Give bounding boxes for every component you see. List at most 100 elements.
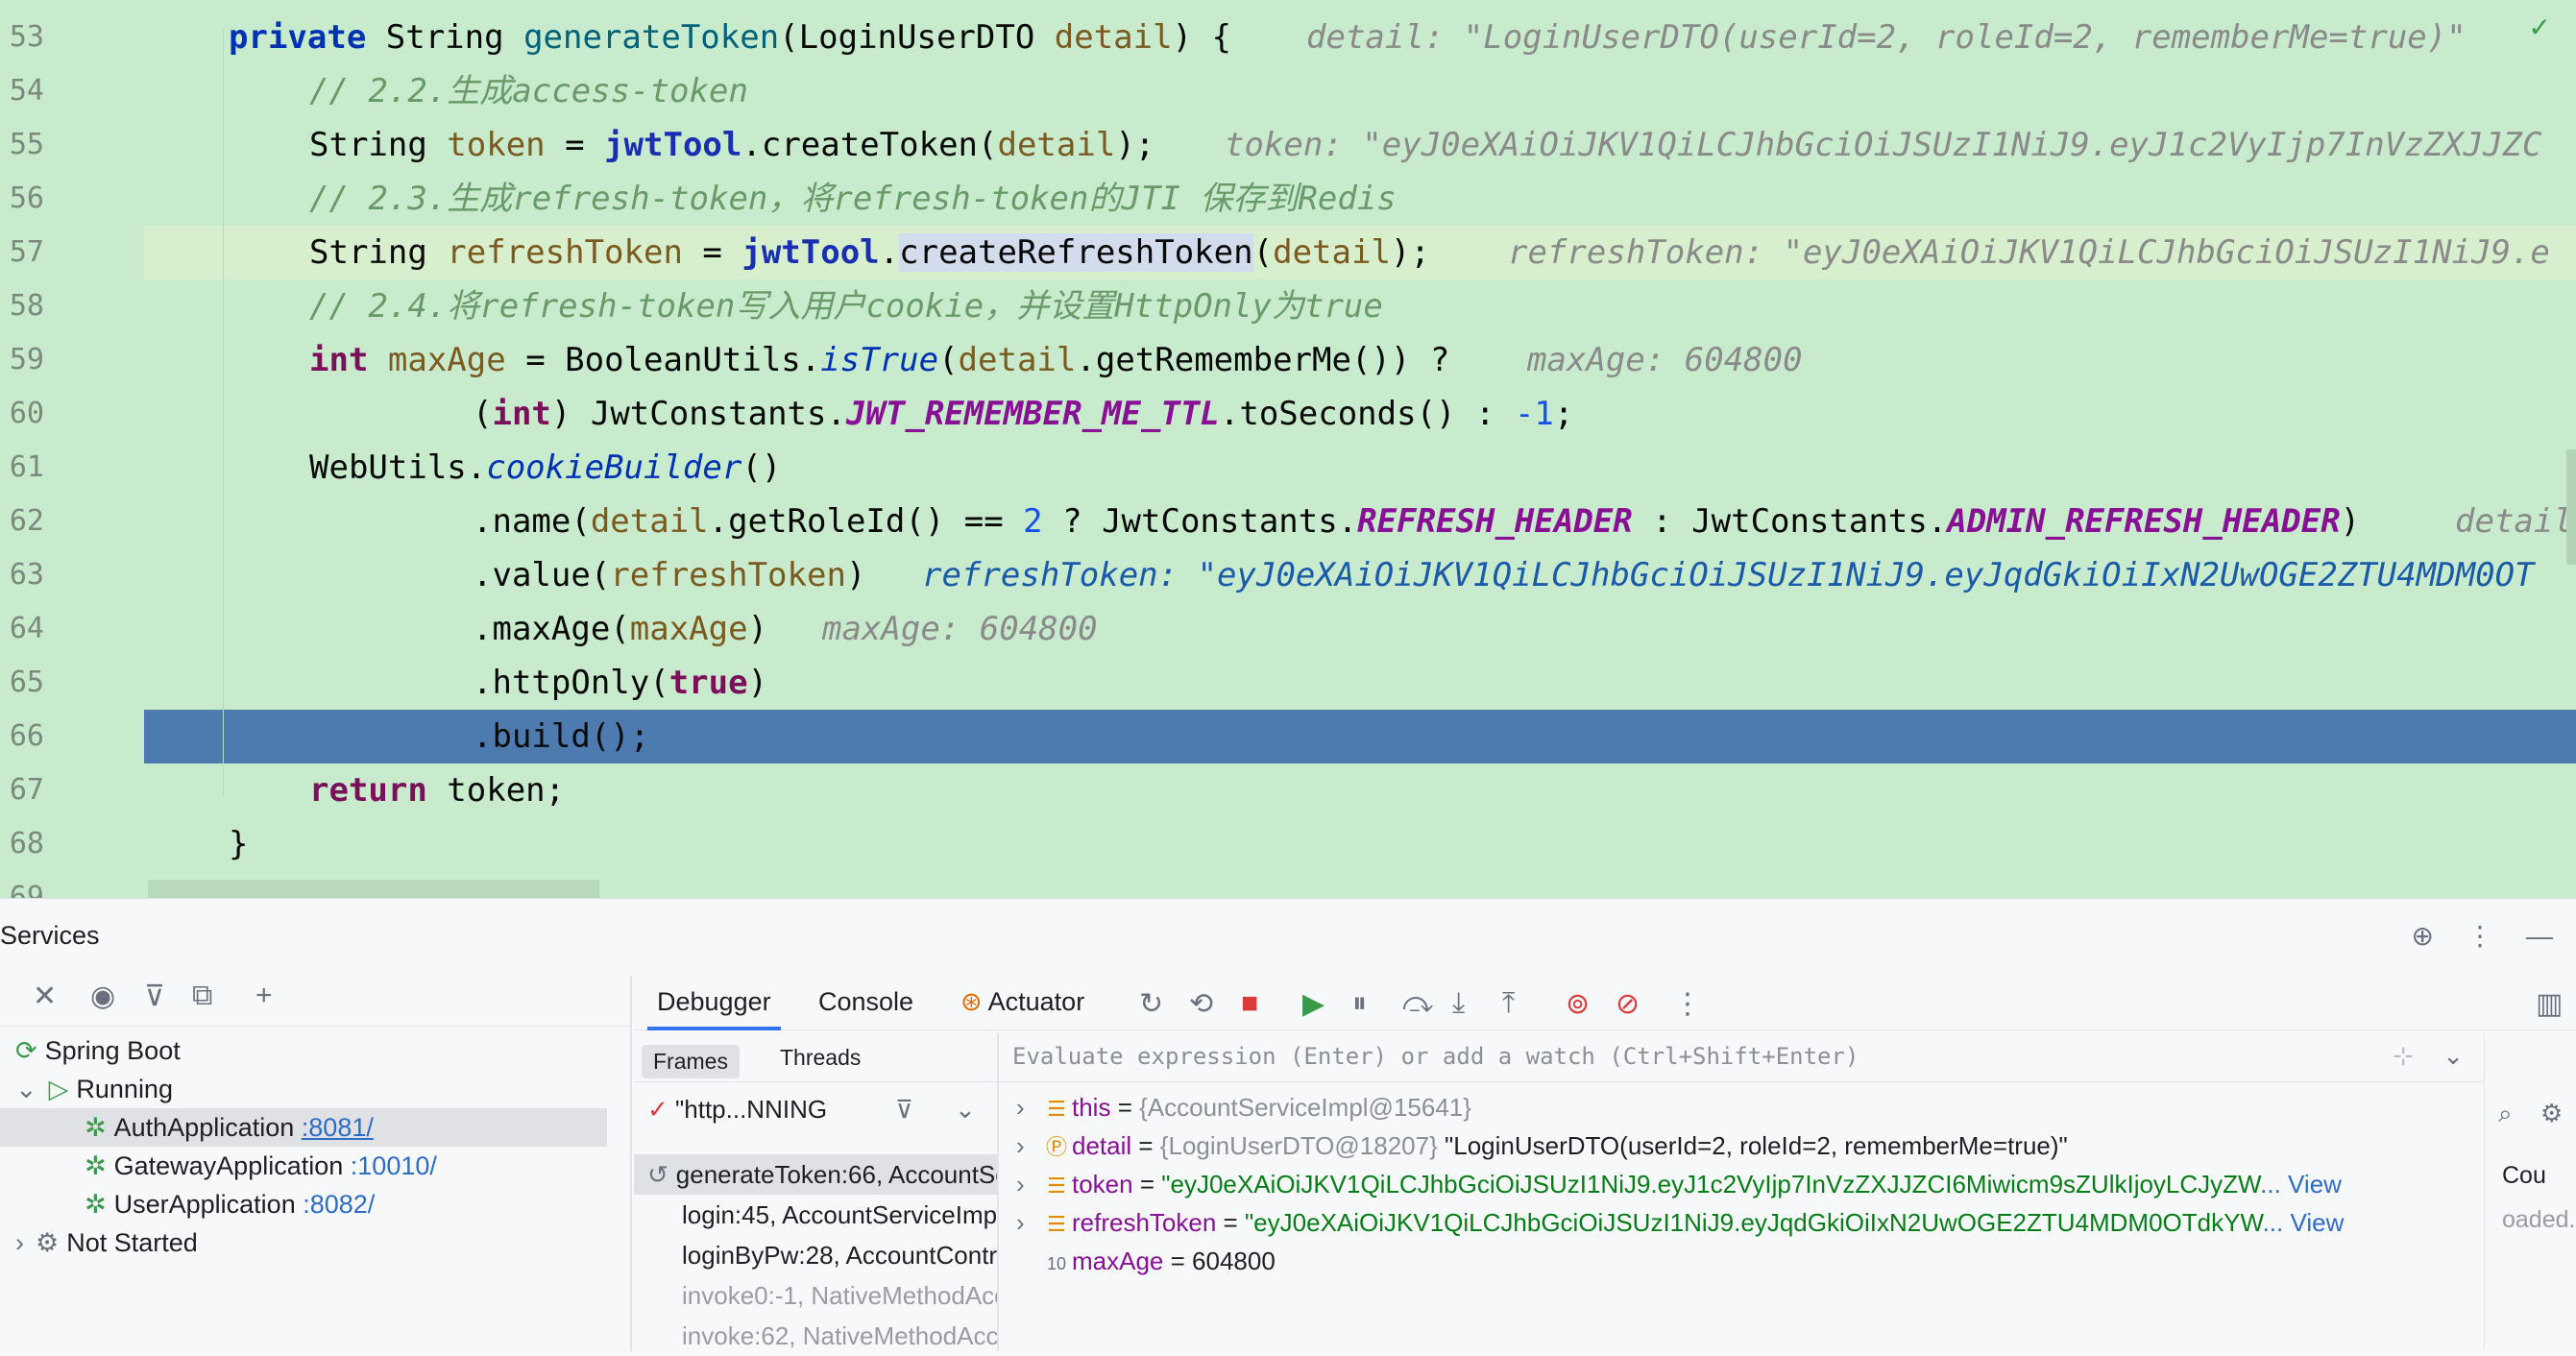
- horizontal-scrollbar[interactable]: [148, 880, 599, 898]
- filter-icon[interactable]: ⊽: [895, 1087, 913, 1131]
- chevron-right-icon[interactable]: ›: [15, 1228, 24, 1257]
- chevron-right-icon[interactable]: ›: [1016, 1203, 1041, 1242]
- step-out-icon[interactable]: ⤒: [1502, 987, 1515, 1020]
- chevron-right-icon[interactable]: ›: [1016, 1088, 1041, 1126]
- line-number[interactable]: 58: [0, 289, 44, 323]
- code-line-68[interactable]: }: [144, 817, 2576, 871]
- minimize-icon[interactable]: —: [2526, 921, 2553, 951]
- tab-console[interactable]: Console: [818, 987, 913, 1017]
- layout-icon[interactable]: ▥: [2536, 987, 2563, 1021]
- frames-header: Frames Threads: [634, 1033, 997, 1082]
- line-number[interactable]: 63: [0, 558, 44, 592]
- variable-row[interactable]: › Ⓟdetail = {LoginUserDTO@18207} "LoginUs…: [999, 1126, 2483, 1165]
- code-line-56[interactable]: // 2.3.生成refresh-token，将refresh-token的JT…: [144, 172, 2576, 226]
- tab-frames[interactable]: Frames: [642, 1045, 740, 1078]
- tab-threads[interactable]: Threads: [780, 1045, 861, 1071]
- code-line-62[interactable]: .name(detail.getRoleId() == 2 ? JwtConst…: [144, 495, 2576, 548]
- code-line-64[interactable]: .maxAge(maxAge) maxAge: 604800: [144, 602, 2576, 656]
- var-value: 604800: [1192, 1247, 1276, 1275]
- variable-row[interactable]: › ☰ refreshToken = "eyJ0eXAiOiJKV1QiLCJhbG…: [999, 1203, 2483, 1242]
- port-link[interactable]: :10010/: [351, 1151, 437, 1180]
- filter-icon[interactable]: ⊽: [144, 980, 165, 1013]
- line-number[interactable]: 68: [0, 827, 44, 860]
- code-line-60[interactable]: (int) JwtConstants.JWT_REMEMBER_ME_TTL.t…: [144, 387, 2576, 441]
- comment: // 2.4.将refresh-token写入用户cookie，并设置HttpO…: [309, 287, 1383, 326]
- more-icon[interactable]: ⋮: [2467, 921, 2493, 951]
- stop-icon[interactable]: ■: [1241, 987, 1258, 1020]
- line-number[interactable]: 65: [0, 666, 44, 699]
- line-number[interactable]: 56: [0, 182, 44, 215]
- gear-icon[interactable]: ⚙: [2540, 1099, 2563, 1128]
- code-line-63[interactable]: .value(refreshToken) refreshToken: "eyJ0…: [144, 548, 2576, 602]
- panel-divider[interactable]: [630, 976, 632, 1351]
- tree-node-not-started[interactable]: › ⚙ Not Started: [15, 1223, 622, 1262]
- code-line-55[interactable]: String token = jwtTool.createToken(detai…: [144, 118, 2576, 172]
- line-number[interactable]: 64: [0, 612, 44, 645]
- eye-icon[interactable]: ◉: [90, 980, 115, 1013]
- mute-breakpoints-icon[interactable]: ⊘: [1616, 987, 1640, 1021]
- line-number[interactable]: 66: [0, 719, 44, 753]
- line-number[interactable]: 60: [0, 397, 44, 430]
- execution-line-66[interactable]: .build();: [144, 710, 2576, 763]
- line-number[interactable]: 57: [0, 235, 44, 269]
- chevron-down-icon[interactable]: ⌄: [2442, 1041, 2464, 1071]
- frame-item[interactable]: loginByPw:28, AccountController: [634, 1235, 997, 1275]
- line-number[interactable]: 62: [0, 504, 44, 538]
- frame-item[interactable]: invoke0:-1, NativeMethodAccessorImpl: [634, 1275, 997, 1316]
- search-icon[interactable]: ⌕: [2498, 1099, 2513, 1129]
- code-line-57[interactable]: String refreshToken = jwtTool.createRefr…: [144, 226, 2576, 279]
- tab-debugger[interactable]: Debugger: [647, 987, 781, 1030]
- tree-node-gateway-application[interactable]: ✲ GatewayApplication :10010/: [85, 1147, 692, 1185]
- code-line-53[interactable]: private String generateToken(LoginUserDT…: [144, 11, 2576, 64]
- new-service-icon[interactable]: ⧉: [192, 980, 212, 1012]
- code-area[interactable]: private String generateToken(LoginUserDT…: [144, 0, 2576, 898]
- tree-node-spring-boot[interactable]: ⟳ Spring Boot: [15, 1031, 622, 1070]
- collapse-all-icon[interactable]: ✕: [33, 980, 57, 1013]
- code-editor[interactable]: 53 54 55 56 57 58 59 60 61 62 63 64 65 66 67 68 69 ✓ pri…: [0, 0, 2576, 898]
- add-icon[interactable]: +: [255, 980, 273, 1012]
- line-number[interactable]: 53: [0, 20, 44, 54]
- code-line-61[interactable]: WebUtils.cookieBuilder(): [144, 441, 2576, 495]
- view-breakpoints-icon[interactable]: ⊚: [1566, 987, 1590, 1021]
- view-link[interactable]: ... View: [2260, 1170, 2342, 1199]
- chevron-right-icon[interactable]: ›: [1016, 1126, 1041, 1165]
- pause-icon[interactable]: ⏸: [1352, 987, 1367, 1020]
- line-number[interactable]: 54: [0, 74, 44, 108]
- chevron-down-icon[interactable]: ⌄: [955, 1087, 976, 1131]
- frame-item[interactable]: ↺generateToken:66, AccountServiceImpl: [634, 1154, 997, 1195]
- port-link[interactable]: :8082/: [303, 1190, 375, 1219]
- code-line-59[interactable]: int maxAge = BooleanUtils.isTrue(detail.…: [144, 333, 2576, 387]
- chevron-right-icon[interactable]: ›: [1016, 1165, 1041, 1203]
- tree-node-user-application[interactable]: ✲ UserApplication :8082/: [85, 1185, 692, 1223]
- more-icon[interactable]: ⋮: [1673, 987, 1702, 1021]
- line-number[interactable]: 55: [0, 128, 44, 161]
- code-line-65[interactable]: .httpOnly(true): [144, 656, 2576, 710]
- tree-node-auth-application[interactable]: ✲ AuthApplication :8081/: [0, 1108, 607, 1147]
- line-number[interactable]: 61: [0, 450, 44, 484]
- code-line-58[interactable]: // 2.4.将refresh-token写入用户cookie，并设置HttpO…: [144, 279, 2576, 333]
- chevron-down-icon[interactable]: ⌄: [15, 1075, 37, 1103]
- line-number[interactable]: 67: [0, 773, 44, 807]
- tab-actuator[interactable]: ⊛ Actuator: [960, 987, 1084, 1017]
- view-link[interactable]: ... View: [2263, 1208, 2345, 1237]
- rerun-icon[interactable]: ↻: [1139, 987, 1163, 1021]
- variable-row[interactable]: 10 maxAge = 604800: [999, 1242, 2483, 1280]
- variable-row[interactable]: › ☰ this = {AccountServiceImpl@15641}: [999, 1088, 2483, 1126]
- evaluate-expression-input[interactable]: Evaluate expression (Enter) or add a wat…: [999, 1033, 2483, 1082]
- tree-node-running[interactable]: ⌄ ▷ Running: [15, 1070, 622, 1108]
- restart-icon[interactable]: ⟲: [1189, 987, 1213, 1021]
- step-into-icon[interactable]: ⤓: [1452, 987, 1465, 1020]
- vertical-scrollbar[interactable]: [2566, 449, 2576, 565]
- code-line-54[interactable]: // 2.2.生成access-token: [144, 64, 2576, 118]
- add-watch-icon[interactable]: ⊹: [2393, 1041, 2414, 1071]
- resume-icon[interactable]: ▶: [1302, 987, 1324, 1021]
- line-number[interactable]: 69: [0, 881, 44, 898]
- code-line-67[interactable]: return token;: [144, 763, 2576, 817]
- target-icon[interactable]: ⊕: [2412, 921, 2434, 951]
- thread-selector[interactable]: ✓ "http...NNING ⊽ ⌄: [634, 1087, 997, 1131]
- step-over-icon[interactable]: ⤼: [1402, 987, 1433, 1020]
- frame-item[interactable]: login:45, AccountServiceImpl: [634, 1195, 997, 1235]
- variable-row[interactable]: › ☰ token = "eyJ0eXAiOiJKV1QiLCJhbGciOiJSU…: [999, 1165, 2483, 1203]
- line-number[interactable]: 59: [0, 343, 44, 376]
- port-link[interactable]: :8081/: [302, 1113, 374, 1142]
